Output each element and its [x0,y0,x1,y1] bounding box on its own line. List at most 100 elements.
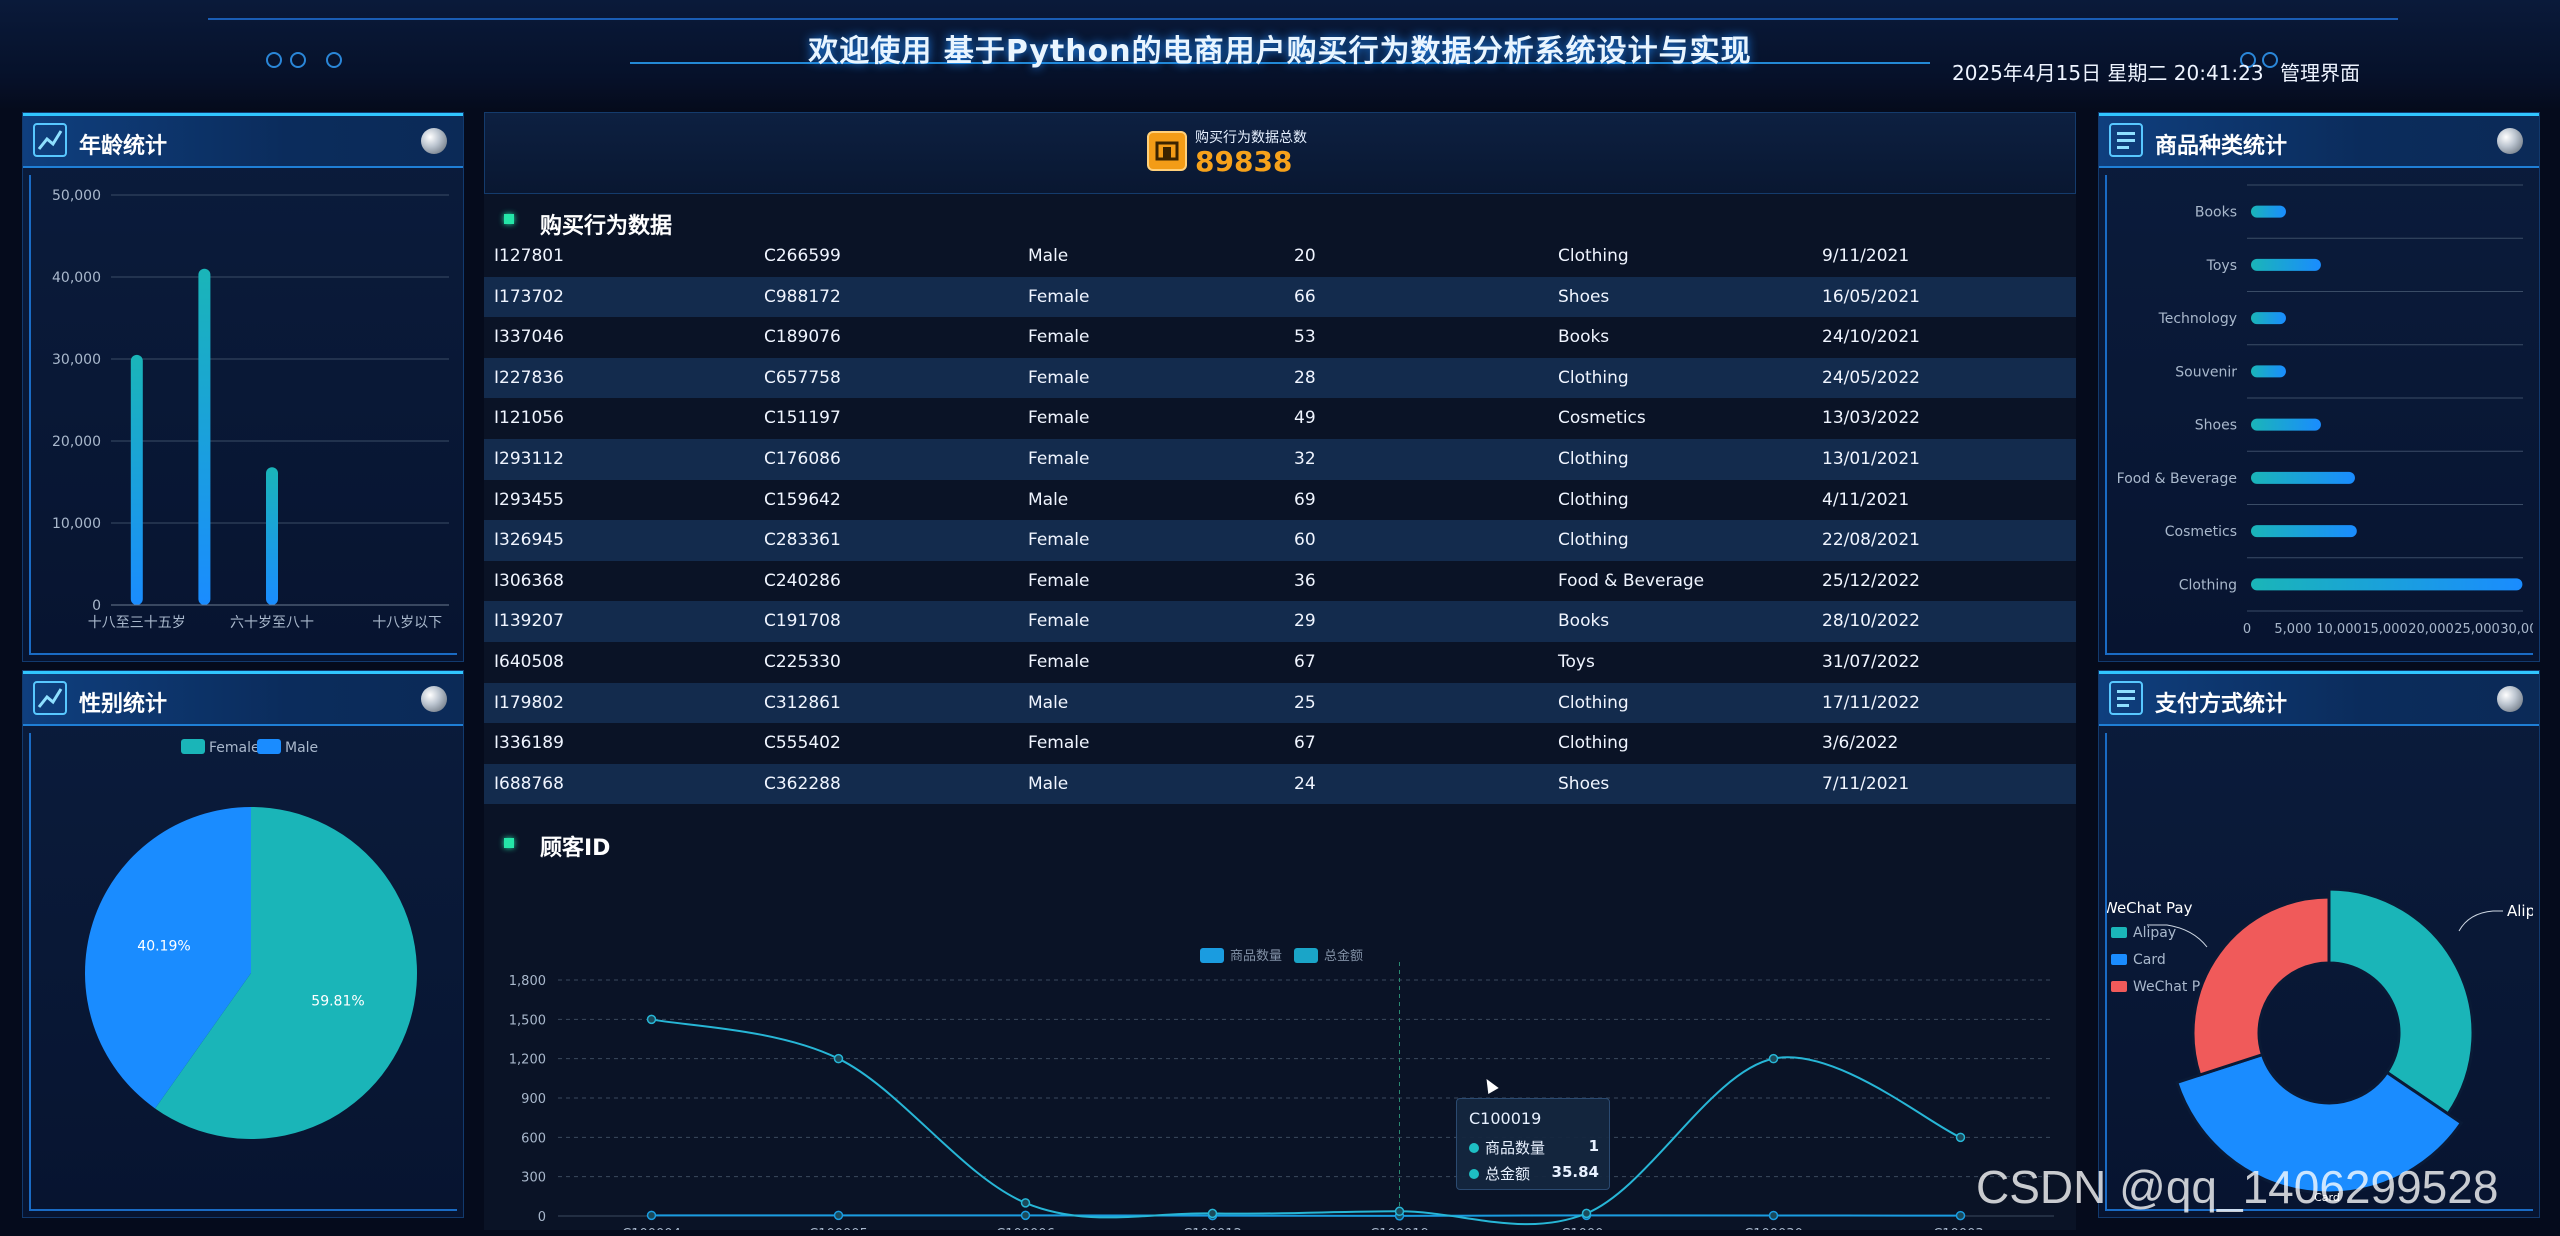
category-panel: 商品种类统计 Clothing Cosmetics Food & Beverage S… [2098,112,2546,662]
category-cell: Clothing [1558,733,1629,754]
center-panel: 购买行为数据总数 89838 购买行为数据 I127801 C266599 Male… [484,112,2076,1230]
knob-icon[interactable] [2497,686,2523,712]
date-cell: 13/01/2021 [1822,448,1920,469]
table-row[interactable]: I179802 C312861 Male 25 Clothing 17/11/2022 [484,682,2076,724]
gender-cell: Male [1028,489,1069,510]
item-id-cell: I337046 [494,327,564,348]
legend-swatch [257,739,281,754]
gender-cell: Female [1028,733,1090,754]
gender-panel-body: Female Male 59.81% 40.19% [29,733,457,1211]
legend-swatch [2111,954,2127,965]
y-tick-label: 10,000 [52,516,101,532]
age-panel-body: 0 10,000 20,000 30,000 40,000 50,000 十八至三十五岁 六十… [29,175,457,655]
series-dot-icon [1469,1169,1479,1179]
item-id-cell: I326945 [494,530,564,551]
data-point [1020,1198,1031,1208]
y-tick-label: Books [2195,205,2237,221]
tooltip-item: 商品数量 1 [1469,1137,1599,1158]
category-bar [2251,578,2523,591]
table-row[interactable]: I227836 C657758 Female 28 Clothing 24/05/2022 [484,357,2076,399]
list-icon [2109,681,2143,715]
x-tick-label: 十八岁以下 [372,615,442,631]
age-cell: 53 [1294,327,1316,348]
y-tick-label: 40,000 [52,270,101,286]
table-row[interactable]: I688768 C362288 Male 24 Shoes 7/11/2021 [484,763,2076,805]
age-cell: 32 [1294,448,1316,469]
x-tick-label: C10003. [1933,1227,1988,1230]
x-tick-label: C100006 [996,1227,1055,1230]
tooltip-label: 总金额 [1485,1165,1531,1183]
date-cell: 31/07/2022 [1822,651,1920,672]
gender-cell: Female [1028,570,1090,591]
data-point [1394,1206,1405,1217]
category-cell: Food & Beverage [1558,570,1705,591]
chart-trend-icon [33,123,67,157]
age-cell: 20 [1294,246,1316,266]
y-tick-label: 300 [521,1171,546,1186]
gender-cell: Female [1028,408,1090,429]
series-dot-icon [1469,1143,1479,1153]
item-id-cell: I227836 [494,367,564,388]
label-line [2458,910,2503,932]
table-row[interactable]: I640508 C225330 Female 67 Toys 31/07/2022 [484,642,2076,683]
item-id-cell: I173702 [494,286,564,307]
table-row[interactable]: I293112 C176086 Female 32 Clothing 13/01/2021 [484,438,2076,480]
datetime-text: 2025年4月15日 星期二 20:41:23 [1952,61,2264,85]
list-icon [2109,123,2143,157]
legend-swatch [2111,981,2127,992]
date-cell: 24/10/2021 [1822,327,1920,348]
item-id-cell: I139207 [494,611,564,632]
gender-cell: Male [1028,246,1069,266]
y-tick-label: Souvenir [2175,364,2237,380]
x-tick-label: 25,000 [2454,622,2500,637]
legend-label: Card [2133,952,2166,968]
knob-icon[interactable] [2497,128,2523,154]
age-cell: 29 [1294,611,1316,632]
category-panel-body: Clothing Cosmetics Food & Beverage Shoes Sou… [2105,175,2546,655]
age-cell: 69 [1294,489,1316,510]
table-row[interactable]: I326945 C283361 Female 60 Clothing 22/08/2021 [484,520,2076,561]
x-tick-label: C100030 [1744,1227,1803,1230]
category-bar [2251,365,2286,378]
x-tick-label: C100019 [1370,1227,1429,1230]
age-cell: 67 [1294,733,1316,754]
item-id-cell: I179802 [494,692,564,713]
y-tick-label: 30,000 [52,352,101,368]
age-cell: 28 [1294,367,1316,388]
table-row[interactable]: I293455 C159642 Male 69 Clothing 4/11/2021 [484,480,2076,521]
knob-icon[interactable] [421,686,447,712]
data-point [1581,1208,1592,1219]
table-row[interactable]: I173702 C988172 Female 66 Shoes 16/05/2021 [484,276,2076,318]
payment-panel-body: AlipayCardWeChat PayAlipayWeChat PayCard [2105,733,2533,1211]
category-cell: Books [1558,611,1610,632]
x-tick-label: C1000.. [1561,1227,1611,1230]
y-tick-label: 900 [521,1092,546,1107]
legend-swatch [1200,948,1224,963]
age-cell: 67 [1294,651,1316,672]
stat-box: 购买行为数据总数 89838 [484,112,2076,194]
chart-title: 顾客ID [540,836,611,861]
data-point [833,1053,844,1064]
table-row[interactable]: I139207 C191708 Female 29 Books 28/10/2022 [484,601,2076,642]
customer-id-cell: C555402 [764,733,841,754]
table-row[interactable]: I336189 C555402 Female 67 Clothing 3/6/2022 [484,723,2076,764]
admin-link[interactable]: 管理界面 [2280,61,2360,85]
y-tick-label: 1,200 [509,1053,546,1068]
age-cell: 25 [1294,692,1316,713]
legend-label: Female [209,740,260,756]
customer-id-cell: C159642 [764,489,841,510]
customer-id-cell: C189076 [764,327,841,348]
item-id-cell: I688768 [494,773,564,794]
table-row[interactable]: I127801 C266599 Male 20 Clothing 9/11/2021 [484,236,2076,277]
table-row[interactable]: I337046 C189076 Female 53 Books 24/10/2021 [484,317,2076,358]
datetime-display: 2025年4月15日 星期二 20:41:23 管理界面 [1952,57,2360,86]
payment-donut-chart: AlipayCardWeChat PayAlipayWeChat PayCard [2107,887,2533,1204]
x-tick-label: 20,000 [2408,622,2454,637]
gender-cell: Female [1028,611,1090,632]
table-row[interactable]: I306368 C240286 Female 36 Food & Beverage 25/… [484,561,2076,602]
date-cell: 24/05/2022 [1822,367,1920,388]
data-point [833,1210,844,1221]
date-cell: 16/05/2021 [1822,286,1920,307]
knob-icon[interactable] [421,128,447,154]
table-row[interactable]: I121056 C151197 Female 49 Cosmetics 13/03/202… [484,398,2076,439]
